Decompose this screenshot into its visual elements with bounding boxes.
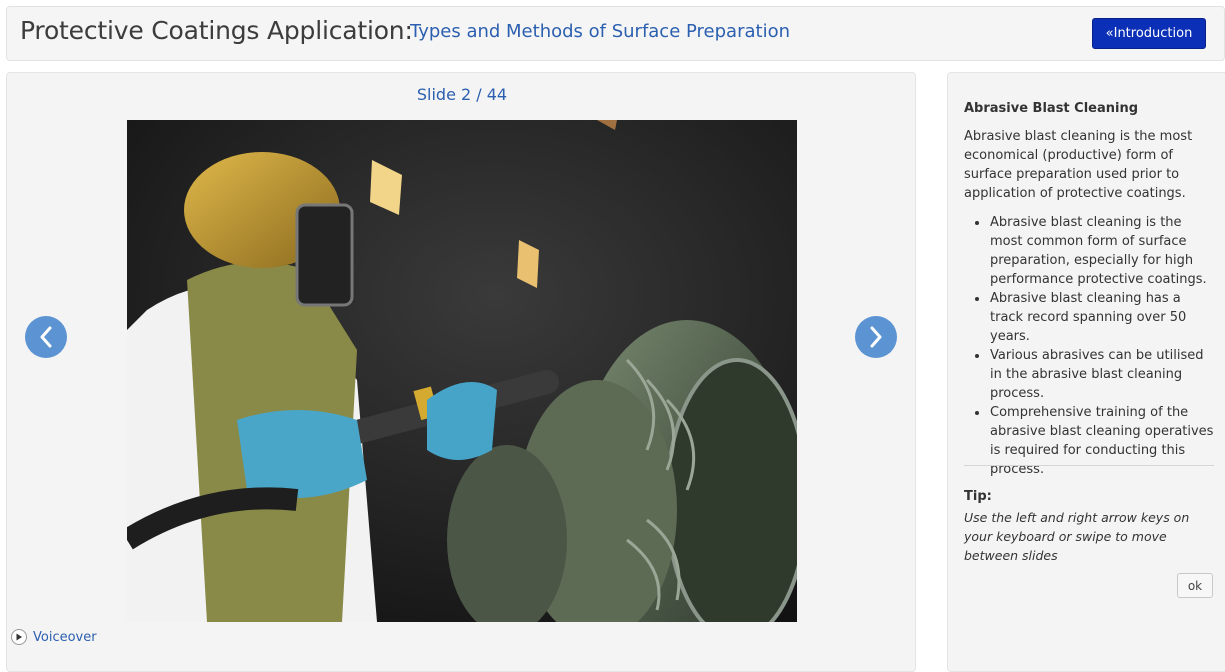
page-header: Protective Coatings Application: Types a… [6, 6, 1225, 61]
list-item: Comprehensive training of the abrasive b… [964, 403, 1214, 479]
chevron-left-icon [40, 326, 52, 348]
chevron-right-icon [870, 326, 882, 348]
play-icon [11, 629, 27, 645]
list-item: Abrasive blast cleaning has a track reco… [964, 289, 1214, 346]
blast-cleaning-photo [127, 120, 797, 622]
list-item: Various abrasives can be utilised in the… [964, 346, 1214, 403]
notes-intro: Abrasive blast cleaning is the most econ… [964, 129, 1193, 201]
tip-label: Tip: [964, 489, 992, 504]
ok-button[interactable]: ok [1177, 573, 1213, 598]
list-item: Abrasive blast cleaning is the most comm… [964, 213, 1214, 289]
slide-viewer: Slide 2 / 44 Voiceover [6, 72, 916, 672]
slide-counter: Slide 2 / 44 [416, 85, 508, 104]
voiceover-toggle[interactable]: Voiceover [11, 629, 97, 645]
notes-heading: Abrasive Blast Cleaning [964, 101, 1139, 116]
notes-bullet-list: Abrasive blast cleaning is the most comm… [964, 213, 1214, 479]
slide-image [127, 120, 797, 622]
divider [964, 465, 1214, 466]
page-title: Protective Coatings Application: [20, 16, 413, 45]
voiceover-label: Voiceover [33, 629, 97, 645]
introduction-button[interactable]: «Introduction [1092, 18, 1206, 49]
page-subtitle: Types and Methods of Surface Preparation [410, 21, 790, 42]
tip-text: Use the left and right arrow keys on you… [964, 510, 1190, 563]
previous-slide-button[interactable] [25, 316, 67, 358]
slide-notes-panel: Abrasive Blast Cleaning Abrasive blast c… [947, 72, 1225, 672]
next-slide-button[interactable] [855, 316, 897, 358]
